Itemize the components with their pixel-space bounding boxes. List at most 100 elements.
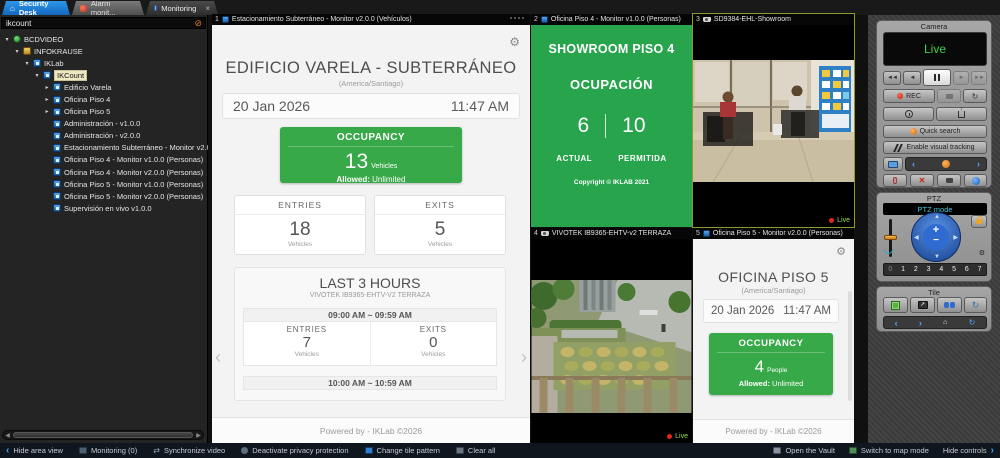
zoom-slider-handle[interactable] — [884, 235, 897, 240]
save-snapshot-button[interactable] — [937, 174, 961, 187]
visual-tracking-button[interactable]: Enable visual tracking — [883, 141, 987, 154]
pan-up-icon[interactable]: ▲ — [934, 214, 940, 220]
zoom-out-icon[interactable]: − — [923, 237, 949, 245]
export-button[interactable] — [936, 107, 987, 121]
lock-tile-icon[interactable]: ⌂ — [943, 319, 947, 326]
tab-security-desk[interactable]: ⌂ Security Desk — [2, 1, 70, 15]
tab-alarm-monitoring[interactable]: Alarm monit... — [72, 1, 144, 15]
synchronize-video-button[interactable]: ⇄ Synchronize video — [153, 446, 225, 455]
expander-icon[interactable]: ▸ — [44, 96, 50, 103]
preset-0[interactable]: 0 — [888, 266, 892, 273]
preset-1[interactable]: 1 — [901, 266, 905, 273]
horizontal-scrollbar[interactable]: ◀ ▶ — [2, 430, 204, 440]
tile-3-camera-showroom[interactable]: 3 SD9384-EHL-Showroom — [693, 14, 854, 227]
preset-6[interactable]: 6 — [965, 266, 969, 273]
preset-5[interactable]: 5 — [952, 266, 956, 273]
tree-item-iklab[interactable]: ▾IKLab — [0, 57, 208, 69]
tab-monitoring[interactable]: Monitoring × — [146, 1, 218, 15]
tree-item-administracion-v1[interactable]: Administración - v1.0.0 — [0, 118, 208, 130]
tree-item-op4-monitor-v1[interactable]: Oficina Piso 4 - Monitor v1.0.0 (Persona… — [0, 154, 208, 166]
page-right-icon[interactable]: › — [521, 347, 527, 368]
rewind-button[interactable]: ◄ — [903, 71, 921, 85]
stream-info-button[interactable] — [964, 174, 987, 187]
ptz-dpad[interactable]: ▲ ▼ ◀ ▶ + − — [911, 212, 961, 262]
tree-item-bcdvideo[interactable]: ▾BCDVIDEO — [0, 33, 208, 45]
tile-4-camera-terraza[interactable]: 4 VIVOTEK IB9365-EHTV-v2 TERRAZA — [531, 228, 692, 443]
scroll-thumb[interactable] — [13, 432, 193, 438]
pan-down-icon[interactable]: ▼ — [934, 254, 940, 260]
remove-button[interactable]: ✕ — [910, 174, 934, 187]
search-input[interactable] — [2, 18, 194, 28]
tree-item-oficina-piso-5[interactable]: ▸Oficina Piso 5 — [0, 106, 208, 118]
open-vault-button[interactable]: Open the Vault — [773, 446, 834, 455]
expander-icon[interactable]: ▾ — [24, 60, 30, 67]
start-tracking-button[interactable] — [937, 297, 962, 313]
snapshot-button[interactable] — [937, 89, 961, 103]
scroll-left-icon[interactable]: ◀ — [3, 432, 12, 439]
expander-icon[interactable]: ▸ — [44, 108, 50, 115]
loop-playback-button[interactable]: ↻ — [963, 89, 987, 103]
change-tile-pattern-button[interactable]: Change tile pattern — [365, 446, 440, 455]
jump-forward-button[interactable]: ►► — [971, 71, 987, 85]
tree-item-supervision-en-vivo[interactable]: Supervisión en vivo v1.0.0 — [0, 202, 208, 214]
tree-item-ikcount[interactable]: ▾IKCount — [0, 69, 208, 81]
quick-search-button[interactable]: Quick search — [883, 125, 987, 138]
next-camera-icon[interactable]: › — [977, 159, 980, 169]
tile-1-estacionamiento[interactable]: 1 Estacionamiento Subterráneo - Monitor … — [212, 14, 530, 443]
tree-item-edificio-varela[interactable]: ▸Edificio Varela — [0, 81, 208, 93]
preset-7[interactable]: 7 — [978, 266, 982, 273]
fast-forward-button[interactable]: ► — [953, 71, 969, 85]
maximize-tile-button[interactable] — [883, 297, 908, 313]
monitoring-events-button[interactable]: Monitoring (0) — [79, 446, 137, 455]
clear-all-button[interactable]: Clear all — [456, 446, 496, 455]
cycle-tiles-icon[interactable]: ↻ — [969, 318, 976, 327]
record-button[interactable]: REC — [883, 89, 935, 103]
clear-search-icon[interactable]: ⊘ — [194, 19, 202, 28]
exits-label: EXITS — [375, 196, 505, 215]
send-to-monitor-button[interactable]: ↗ — [910, 297, 935, 313]
tile-2-showroom-piso4[interactable]: 2 Oficina Piso 4 - Monitor v1.0.0 (Perso… — [531, 14, 692, 227]
tile-5-oficina-piso5[interactable]: 5 Oficina Piso 5 - Monitor v2.0.0 (Perso… — [693, 228, 854, 443]
pan-right-icon[interactable]: ▶ — [953, 234, 958, 241]
monitor-select-button[interactable] — [883, 157, 903, 171]
tree-item-infokrause[interactable]: ▾INFOKRAUSE — [0, 45, 208, 57]
pan-left-icon[interactable]: ◀ — [914, 234, 919, 241]
hide-controls-button[interactable]: Hide controls › — [943, 445, 994, 456]
refresh-tile-button[interactable]: ↻ — [964, 297, 987, 313]
jump-back-button[interactable]: ◄◄ — [883, 71, 901, 85]
hide-area-view-button[interactable]: ‹ Hide area view — [6, 445, 63, 456]
privacy-protection-button[interactable]: Deactivate privacy protection — [241, 446, 348, 455]
close-icon[interactable]: × — [205, 4, 210, 13]
tree-item-oficina-piso-4[interactable]: ▸Oficina Piso 4 — [0, 93, 208, 105]
expander-icon[interactable]: ▸ — [44, 84, 50, 91]
next-tile-icon[interactable]: › — [919, 318, 922, 328]
gear-icon[interactable]: ⚙ — [836, 245, 846, 258]
camera-cycle-icon[interactable] — [942, 160, 950, 168]
page-left-icon[interactable]: ‹ — [215, 347, 221, 368]
tree-item-op5-monitor-v1[interactable]: Oficina Piso 5 - Monitor v1.0.0 (Persona… — [0, 178, 208, 190]
tree-item-op4-monitor-v2[interactable]: Oficina Piso 4 - Monitor v2.0.0 (Persona… — [0, 166, 208, 178]
pause-button[interactable] — [923, 69, 951, 86]
go-to-time-button[interactable] — [883, 107, 934, 121]
expander-icon[interactable]: ▾ — [4, 36, 10, 43]
map-mode-button[interactable]: Switch to map mode — [849, 446, 929, 455]
zoom-control[interactable]: + − — [923, 224, 949, 250]
preset-4[interactable]: 4 — [939, 266, 943, 273]
gear-icon[interactable]: ⚙ — [509, 35, 520, 49]
expander-icon[interactable]: ▾ — [14, 48, 20, 55]
preset-2[interactable]: 2 — [914, 266, 918, 273]
scroll-right-icon[interactable]: ▶ — [194, 432, 203, 439]
visual-tracking-icon — [895, 144, 903, 151]
vertical-scrollbar[interactable] — [848, 291, 852, 401]
expander-icon[interactable]: ▾ — [34, 72, 40, 79]
previous-tile-icon[interactable]: ‹ — [895, 318, 898, 328]
advanced-ptz-icon[interactable]: ⚙ — [979, 249, 985, 257]
ptz-lock-button[interactable] — [971, 215, 987, 228]
tree-item-administracion-v2[interactable]: Administración - v2.0.0 — [0, 130, 208, 142]
preset-3[interactable]: 3 — [927, 266, 931, 273]
tree-item-estacionamiento-monitor[interactable]: Estacionamiento Subterráneo - Monitor v2… — [0, 142, 208, 154]
listen-button[interactable] — [883, 174, 907, 187]
drag-handle-icon[interactable] — [510, 17, 524, 19]
previous-camera-icon[interactable]: ‹ — [912, 159, 915, 169]
tree-item-op5-monitor-v2[interactable]: Oficina Piso 5 - Monitor v2.0.0 (Persona… — [0, 190, 208, 202]
